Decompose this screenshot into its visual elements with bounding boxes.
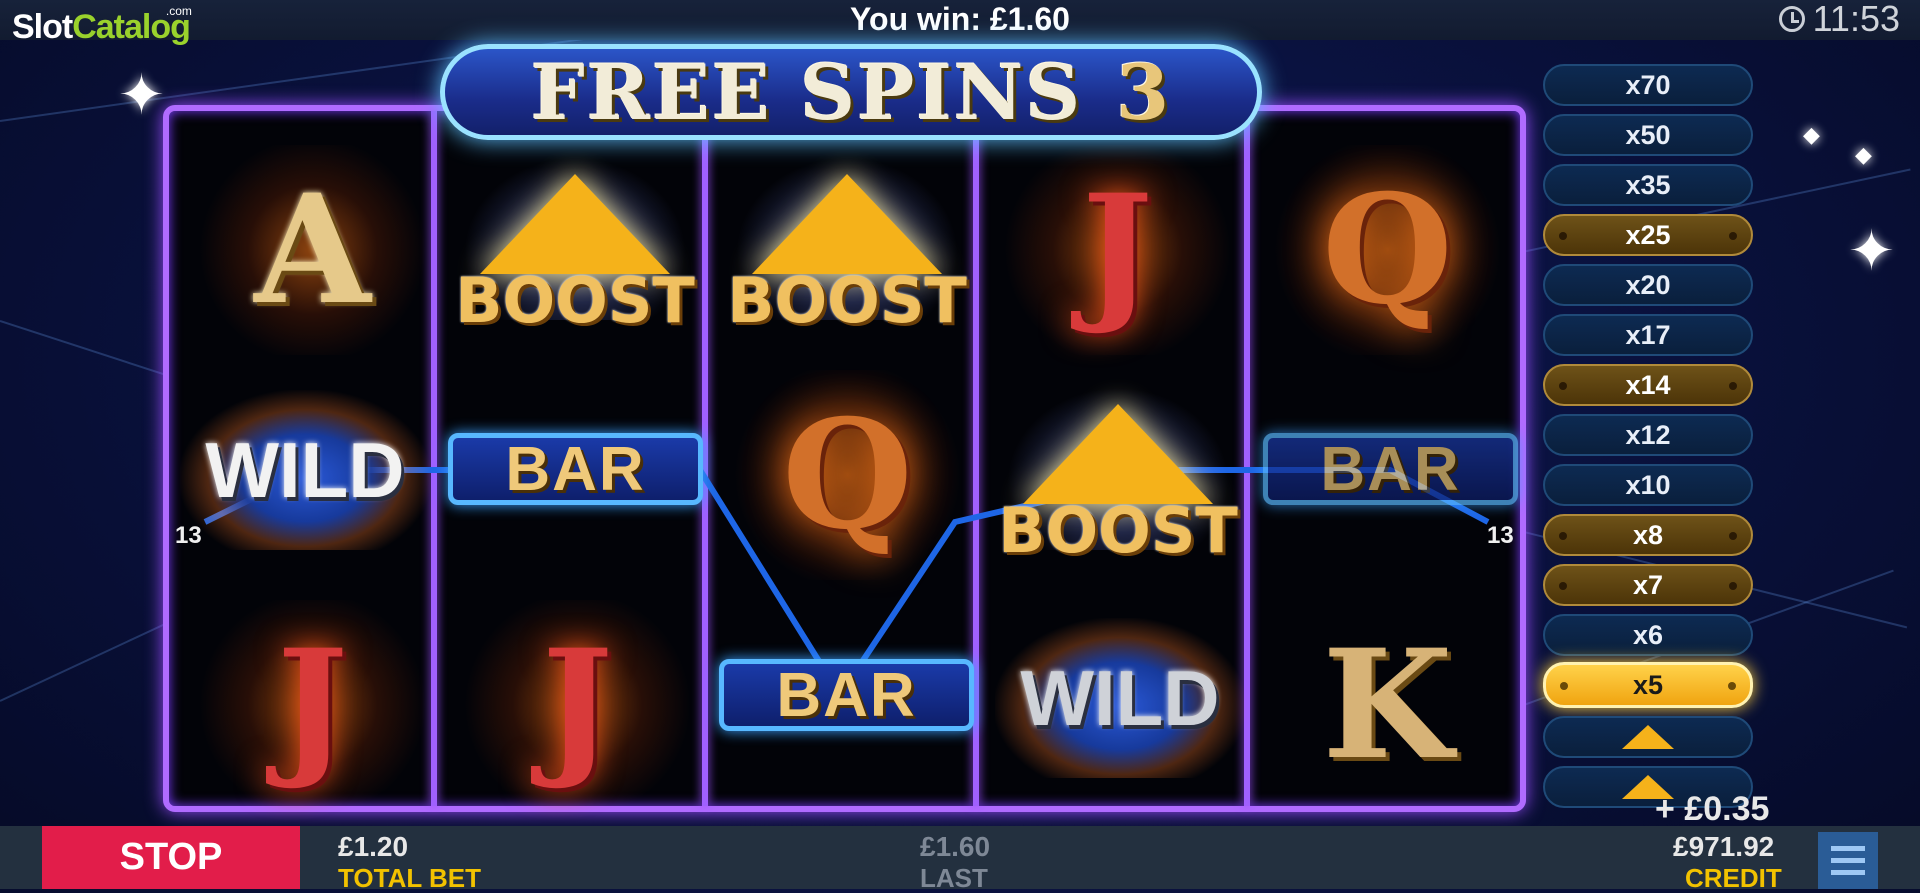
clock: 11:53	[1778, 0, 1900, 39]
symbol-a-label: A	[254, 162, 371, 338]
last-win-value: £1.60	[920, 831, 991, 862]
free-spins-banner: FREE SPINS 3	[440, 44, 1262, 140]
sparkle-icon: ✦	[118, 63, 165, 126]
symbol-bar: BAR	[1263, 433, 1518, 505]
payline-number-right: 13	[1487, 522, 1514, 549]
symbol-q: Q	[725, 370, 970, 580]
menu-icon-line	[1831, 858, 1865, 863]
symbol-q: Q	[1265, 145, 1510, 355]
symbol-a: A	[190, 145, 435, 355]
sparkle-icon: ✦	[1848, 219, 1895, 282]
credit-label: CREDIT	[1685, 863, 1782, 893]
symbol-boost-label: BOOST	[727, 263, 967, 337]
symbol-j: J	[455, 600, 700, 810]
symbol-k: K	[1265, 600, 1510, 810]
symbol-bar-label: BAR	[505, 434, 646, 504]
menu-icon-line	[1831, 870, 1865, 875]
credit-value: £971.92	[1673, 831, 1775, 862]
multiplier-x6: x6	[1543, 614, 1753, 656]
symbol-bar-label: BAR	[776, 660, 917, 730]
sparkle-icon: ◆	[1855, 142, 1872, 167]
multiplier-x70: x70	[1543, 64, 1753, 106]
multiplier-x20: x20	[1543, 264, 1753, 306]
sparkle-icon: ◆	[1803, 122, 1820, 147]
last-win-label: LAST	[920, 863, 988, 893]
symbol-boost-label: BOOST	[455, 263, 695, 337]
symbol-boost: BOOST	[988, 380, 1248, 580]
boost-arrow-icon	[1023, 403, 1213, 504]
clock-icon	[1778, 6, 1805, 32]
ladder-up-arrow	[1543, 716, 1753, 758]
multiplier-x10: x10	[1543, 464, 1753, 506]
total-bet-value: £1.20	[338, 831, 409, 862]
symbol-boost-label: BOOST	[998, 493, 1238, 567]
menu-icon	[1831, 846, 1865, 851]
symbol-bar: BAR	[719, 659, 974, 731]
symbol-wild: WILD	[180, 390, 430, 550]
boost-arrow-icon	[752, 173, 942, 274]
symbol-j-label: J	[542, 617, 613, 793]
multiplier-x25: x25	[1543, 214, 1753, 256]
symbol-boost: BOOST	[445, 150, 705, 350]
symbol-boost: BOOST	[717, 150, 977, 350]
symbol-q-label: Q	[1322, 162, 1453, 338]
symbol-j: J	[995, 145, 1240, 355]
up-arrow-icon	[1622, 725, 1674, 749]
free-spins-count: 3	[1116, 47, 1172, 137]
symbol-j-label: J	[1082, 162, 1153, 338]
symbol-j: J	[190, 600, 435, 810]
boost-arrow-icon	[480, 173, 670, 274]
symbol-wild: WILD	[995, 618, 1245, 778]
symbol-wild-label: WILD	[1020, 653, 1220, 742]
multiplier-x50: x50	[1543, 114, 1753, 156]
symbol-bar-label: BAR	[1320, 434, 1461, 504]
win-message: You win: £1.60	[850, 1, 1070, 37]
multiplier-x35: x35	[1543, 164, 1753, 206]
symbol-j-label: J	[277, 617, 348, 793]
bonus-increment: + £0.35	[1655, 790, 1770, 828]
multiplier-x8: x8	[1543, 514, 1753, 556]
multiplier-x5: x5	[1543, 662, 1753, 708]
multiplier-x14: x14	[1543, 364, 1753, 406]
multiplier-x7: x7	[1543, 564, 1753, 606]
payline-number-left: 13	[175, 522, 202, 549]
symbol-q-label: Q	[782, 387, 913, 563]
menu-button[interactable]	[1818, 832, 1878, 889]
total-bet-label: TOTAL BET	[338, 863, 481, 893]
stop-button[interactable]: STOP	[42, 826, 300, 889]
clock-time: 11:53	[1812, 0, 1900, 39]
multiplier-x12: x12	[1543, 414, 1753, 456]
symbol-k-label: K	[1322, 617, 1453, 793]
multiplier-x17: x17	[1543, 314, 1753, 356]
symbol-wild-label: WILD	[205, 425, 405, 514]
top-status-bar: SlotCatalog .com You win: £1.60 11:53	[0, 0, 1920, 46]
symbol-bar: BAR	[448, 433, 703, 505]
free-spins-title: FREE SPINS	[530, 47, 1083, 137]
